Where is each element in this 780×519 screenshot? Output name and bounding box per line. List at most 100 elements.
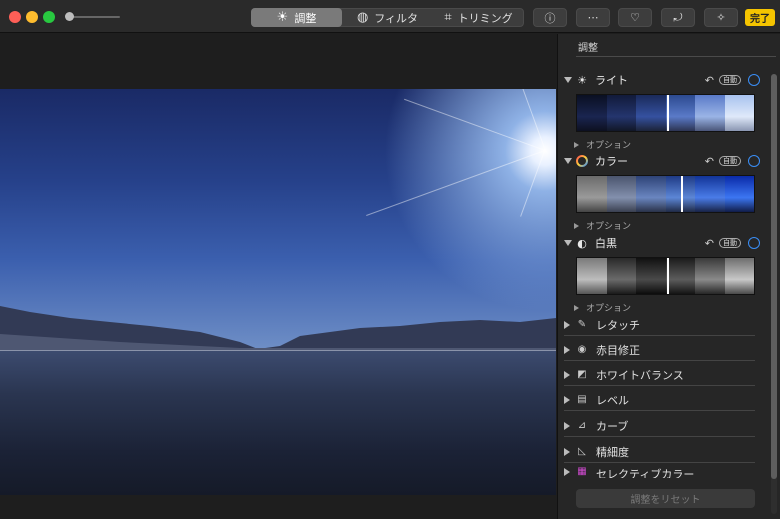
selective-color-icon: ▦ [577, 466, 587, 477]
disclosure-triangle-icon [564, 468, 570, 476]
definition-icon: ◺ [578, 446, 586, 457]
adjust-sun-icon: ☀ [276, 10, 289, 25]
disclosure-triangle-icon[interactable] [564, 77, 572, 83]
favorite-button[interactable]: ♡ [618, 8, 652, 27]
sun-icon: ☀ [577, 73, 587, 87]
minimize-window-button[interactable] [26, 11, 38, 23]
disclosure-triangle-icon [574, 222, 579, 229]
heart-icon: ♡ [630, 11, 640, 24]
section-light[interactable]: ☀ ライト ↶ 自動 [564, 72, 760, 88]
auto-button[interactable]: 自動 [719, 238, 741, 248]
done-button[interactable]: 完了 [745, 9, 775, 26]
color-thumbnail-slider[interactable] [576, 175, 755, 213]
options-label: オプション [586, 141, 632, 151]
tool-red-eye-label: 赤目修正 [596, 343, 640, 357]
tab-filters-label: フィルタ [374, 11, 419, 25]
toolbar: ☀ 調整 ◍ フィルタ ⌗ トリミング ⓘ ⋯ ♡ ⤾ ✧ 完了 [0, 0, 780, 33]
disclosure-triangle-icon [564, 320, 570, 329]
tool-levels[interactable]: ▤ レベル [564, 389, 755, 411]
tool-red-eye[interactable]: ◉ 赤目修正 [564, 339, 755, 361]
tool-retouch[interactable]: ✎ レタッチ [564, 314, 755, 336]
levels-icon: ▤ [577, 394, 587, 405]
black-white-icon: ◐ [577, 236, 587, 250]
crop-icon: ⌗ [444, 10, 452, 25]
tool-definition-label: 精細度 [596, 445, 629, 459]
disclosure-triangle-icon [564, 345, 570, 354]
photos-edit-window: ☀ 調整 ◍ フィルタ ⌗ トリミング ⓘ ⋯ ♡ ⤾ ✧ 完了 調整 ☀ ライ… [0, 0, 780, 519]
photo-water [0, 351, 556, 495]
tool-levels-label: レベル [596, 393, 629, 407]
enable-toggle[interactable] [748, 74, 760, 86]
tool-selective-color[interactable]: ▦ セレクティブカラー [564, 466, 755, 478]
tab-filters[interactable]: ◍ フィルタ [342, 8, 433, 27]
info-icon: ⓘ [544, 11, 556, 25]
slider-handle[interactable] [667, 95, 669, 131]
disclosure-triangle-icon [564, 421, 570, 430]
auto-enhance-button[interactable]: ✧ [704, 8, 738, 27]
color-wheel-icon [576, 155, 588, 167]
sidebar-title: 調整 [578, 43, 598, 54]
auto-button[interactable]: 自動 [719, 75, 741, 85]
bandage-icon: ✎ [577, 319, 587, 330]
curves-icon: ⊿ [577, 420, 587, 431]
edited-photo[interactable] [0, 89, 556, 495]
reset-adjustments-button[interactable]: 調整をリセット [576, 489, 755, 508]
tab-crop-label: トリミング [457, 11, 513, 25]
adjustments-sidebar: 調整 ☀ ライト ↶ 自動 オプション カラー ↶ 自動 オプション ◐ 白黒 … [557, 34, 780, 519]
disclosure-triangle-icon [574, 141, 579, 148]
tab-adjust[interactable]: ☀ 調整 [251, 8, 342, 27]
tab-adjust-label: 調整 [294, 11, 317, 25]
more-button[interactable]: ⋯ [576, 8, 610, 27]
slider-handle[interactable] [667, 258, 669, 294]
white-balance-icon: ◩ [577, 369, 587, 380]
section-black-white[interactable]: ◐ 白黒 ↶ 自動 [564, 235, 760, 251]
undo-icon[interactable]: ↶ [705, 237, 714, 250]
section-color-label: カラー [595, 155, 628, 168]
undo-icon[interactable]: ↶ [705, 155, 714, 168]
zoom-slider-knob[interactable] [65, 12, 74, 21]
divider [576, 56, 776, 57]
ellipsis-icon: ⋯ [587, 11, 599, 24]
tool-curves-label: カーブ [596, 419, 629, 433]
close-window-button[interactable] [9, 11, 21, 23]
color-options[interactable]: オプション [574, 219, 631, 232]
tool-white-balance-label: ホワイトバランス [596, 368, 684, 382]
sidebar-scroll-thumb[interactable] [771, 74, 777, 479]
tool-curves[interactable]: ⊿ カーブ [564, 415, 755, 437]
photo-mountains [0, 306, 556, 354]
section-color[interactable]: カラー ↶ 自動 [564, 153, 760, 169]
rotate-button[interactable]: ⤾ [661, 8, 695, 27]
tool-selective-color-label: セレクティブカラー [596, 468, 695, 478]
auto-button[interactable]: 自動 [719, 156, 741, 166]
tool-white-balance[interactable]: ◩ ホワイトバランス [564, 364, 755, 386]
black-white-thumbnail-slider[interactable] [576, 257, 755, 295]
disclosure-triangle-icon[interactable] [564, 240, 572, 246]
info-button[interactable]: ⓘ [533, 8, 567, 27]
options-label: オプション [586, 304, 632, 314]
disclosure-triangle-icon [564, 370, 570, 379]
tab-crop[interactable]: ⌗ トリミング [433, 8, 524, 27]
undo-icon[interactable]: ↶ [705, 74, 714, 87]
eye-icon: ◉ [577, 344, 587, 355]
enable-toggle[interactable] [748, 237, 760, 249]
tool-retouch-label: レタッチ [596, 318, 640, 332]
enable-toggle[interactable] [748, 155, 760, 167]
disclosure-triangle-icon [564, 395, 570, 404]
section-light-label: ライト [595, 74, 628, 87]
magic-wand-icon: ✧ [716, 11, 726, 24]
fullscreen-window-button[interactable] [43, 11, 55, 23]
light-thumbnail-slider[interactable] [576, 94, 755, 132]
disclosure-triangle-icon[interactable] [564, 158, 572, 164]
disclosure-triangle-icon [564, 447, 570, 456]
slider-handle[interactable] [681, 176, 683, 212]
filter-circles-icon: ◍ [356, 10, 369, 25]
light-options[interactable]: オプション [574, 138, 631, 151]
rotate-icon: ⤾ [673, 10, 683, 24]
options-label: オプション [586, 222, 632, 232]
photo-canvas [0, 34, 556, 519]
zoom-slider-track[interactable] [68, 16, 120, 18]
black-white-options[interactable]: オプション [574, 301, 631, 314]
tool-definition[interactable]: ◺ 精細度 [564, 441, 755, 463]
section-black-white-label: 白黒 [595, 237, 617, 250]
disclosure-triangle-icon [574, 304, 579, 311]
